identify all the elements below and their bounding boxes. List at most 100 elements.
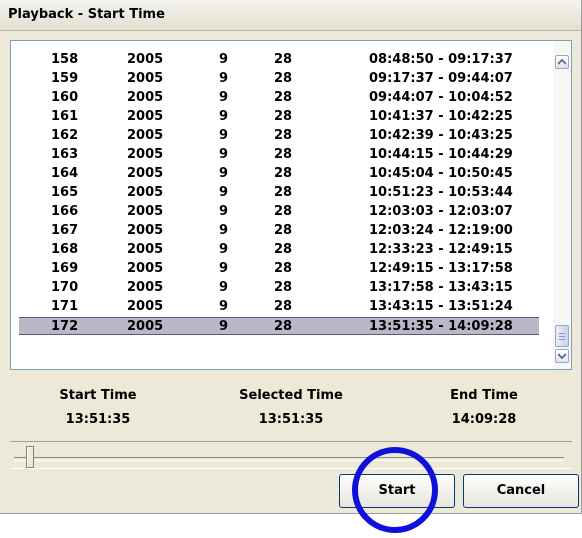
scrollbar-grip-line: [559, 333, 565, 334]
start-time-label: Start Time: [59, 388, 137, 403]
table-row[interactable]: 169 2005 9 28 12:49:15 - 13:17:58: [11, 260, 551, 278]
row-time-range-cell: 12:33:23 - 12:49:15: [369, 242, 513, 257]
row-number-cell: 162: [51, 128, 79, 143]
row-time-range-cell: 10:44:15 - 10:44:29: [369, 147, 513, 162]
row-day-cell: 28: [274, 261, 293, 276]
table-row[interactable]: 164 2005 9 28 10:45:04 - 10:50:45: [11, 165, 551, 183]
row-day-cell: 28: [274, 147, 293, 162]
row-time-range-cell: 10:45:04 - 10:50:45: [369, 166, 513, 181]
row-month-cell: 9: [219, 204, 229, 219]
selected-time-value: 13:51:35: [258, 412, 324, 427]
row-month-cell: 9: [219, 147, 229, 162]
row-time-range-cell: 13:51:35 - 14:09:28: [369, 319, 513, 334]
row-year-cell: 2005: [127, 319, 164, 334]
row-day-cell: 28: [274, 299, 293, 314]
row-day-cell: 28: [274, 242, 293, 257]
slider-track-line: [14, 457, 564, 461]
scroll-up-button[interactable]: [555, 55, 569, 69]
row-day-cell: 28: [274, 204, 293, 219]
row-month-cell: 9: [219, 299, 229, 314]
row-number-cell: 160: [51, 90, 79, 105]
row-time-range-cell: 12:03:24 - 12:19:00: [369, 223, 513, 238]
playback-start-time-dialog: Playback - Start Time 158 2005 9 28 08:48:50…: [0, 0, 582, 514]
window-title: Playback - Start Time: [8, 7, 165, 22]
row-number-cell: 170: [51, 280, 79, 295]
row-day-cell: 28: [274, 223, 293, 238]
table-row-selected[interactable]: 172 2005 9 28 13:51:35 - 14:09:28: [19, 317, 539, 335]
row-number-cell: 165: [51, 185, 79, 200]
row-year-cell: 2005: [127, 109, 164, 124]
row-month-cell: 9: [219, 90, 229, 105]
table-row[interactable]: 168 2005 9 28 12:33:23 - 12:49:15: [11, 241, 551, 259]
row-year-cell: 2005: [127, 52, 164, 67]
row-time-range-cell: 08:48:50 - 09:17:37: [369, 52, 513, 67]
row-time-range-cell: 12:49:15 - 13:17:58: [369, 261, 513, 276]
selected-time-label: Selected Time: [239, 388, 343, 403]
row-year-cell: 2005: [127, 128, 164, 143]
row-number-cell: 171: [51, 299, 79, 314]
row-day-cell: 28: [274, 90, 293, 105]
table-row[interactable]: 163 2005 9 28 10:44:15 - 10:44:29: [11, 146, 551, 164]
row-month-cell: 9: [219, 185, 229, 200]
scroll-down-button[interactable]: [555, 349, 569, 363]
row-month-cell: 9: [219, 319, 229, 334]
end-time-value: 14:09:28: [451, 412, 517, 427]
row-number-cell: 163: [51, 147, 79, 162]
row-day-cell: 28: [274, 280, 293, 295]
row-day-cell: 28: [274, 166, 293, 181]
table-row[interactable]: 161 2005 9 28 10:41:37 - 10:42:25: [11, 108, 551, 126]
table-row[interactable]: 159 2005 9 28 09:17:37 - 09:44:07: [11, 70, 551, 88]
row-time-range-cell: 10:51:23 - 10:53:44: [369, 185, 513, 200]
row-number-cell: 164: [51, 166, 79, 181]
row-time-range-cell: 12:03:03 - 12:03:07: [369, 204, 513, 219]
time-slider[interactable]: [10, 441, 572, 469]
row-number-cell: 172: [51, 319, 79, 334]
scrollbar-thumb[interactable]: [555, 325, 569, 347]
row-year-cell: 2005: [127, 223, 164, 238]
row-year-cell: 2005: [127, 242, 164, 257]
row-month-cell: 9: [219, 242, 229, 257]
table-row[interactable]: 166 2005 9 28 12:03:03 - 12:03:07: [11, 203, 551, 221]
row-month-cell: 9: [219, 71, 229, 86]
table-row[interactable]: 162 2005 9 28 10:42:39 - 10:43:25: [11, 127, 551, 145]
end-time-label: End Time: [450, 388, 518, 403]
recording-list[interactable]: 158 2005 9 28 08:48:50 - 09:17:37 159 2005 9 28 0…: [10, 40, 572, 370]
table-row[interactable]: 165 2005 9 28 10:51:23 - 10:53:44: [11, 184, 551, 202]
row-day-cell: 28: [274, 52, 293, 67]
row-day-cell: 28: [274, 185, 293, 200]
row-day-cell: 28: [274, 109, 293, 124]
row-number-cell: 166: [51, 204, 79, 219]
row-month-cell: 9: [219, 261, 229, 276]
row-year-cell: 2005: [127, 280, 164, 295]
start-time-value: 13:51:35: [65, 412, 131, 427]
row-year-cell: 2005: [127, 261, 164, 276]
row-year-cell: 2005: [127, 166, 164, 181]
title-bar[interactable]: Playback - Start Time: [0, 0, 581, 31]
row-year-cell: 2005: [127, 147, 164, 162]
row-time-range-cell: 13:43:15 - 13:51:24: [369, 299, 513, 314]
table-row[interactable]: 171 2005 9 28 13:43:15 - 13:51:24: [11, 298, 551, 316]
slider-thumb[interactable]: [26, 446, 34, 468]
vertical-scrollbar[interactable]: [553, 41, 571, 369]
row-time-range-cell: 10:41:37 - 10:42:25: [369, 109, 513, 124]
cancel-button[interactable]: Cancel: [463, 474, 579, 508]
table-row[interactable]: 158 2005 9 28 08:48:50 - 09:17:37: [11, 51, 551, 69]
row-number-cell: 167: [51, 223, 79, 238]
row-year-cell: 2005: [127, 90, 164, 105]
row-month-cell: 9: [219, 280, 229, 295]
table-row[interactable]: 160 2005 9 28 09:44:07 - 10:04:52: [11, 89, 551, 107]
row-day-cell: 28: [274, 319, 293, 334]
row-number-cell: 159: [51, 71, 79, 86]
row-number-cell: 161: [51, 109, 79, 124]
scrollbar-grip-line: [559, 339, 565, 340]
table-row[interactable]: 167 2005 9 28 12:03:24 - 12:19:00: [11, 222, 551, 240]
row-year-cell: 2005: [127, 71, 164, 86]
row-day-cell: 28: [274, 128, 293, 143]
start-button[interactable]: Start: [339, 474, 455, 508]
row-number-cell: 158: [51, 52, 79, 67]
table-row[interactable]: 170 2005 9 28 13:17:58 - 13:43:15: [11, 279, 551, 297]
scrollbar-grip-line: [559, 336, 565, 337]
row-time-range-cell: 09:17:37 - 09:44:07: [369, 71, 513, 86]
row-time-range-cell: 13:17:58 - 13:43:15: [369, 280, 513, 295]
row-year-cell: 2005: [127, 204, 164, 219]
